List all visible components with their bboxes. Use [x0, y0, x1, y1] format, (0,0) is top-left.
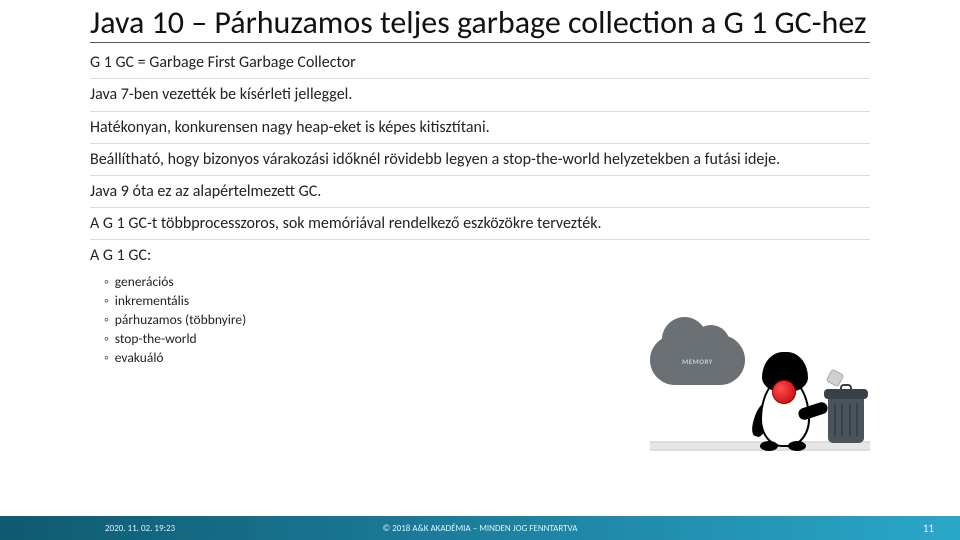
- bullet-text: inkrementális: [115, 292, 189, 309]
- slide-title: Java 10 – Párhuzamos teljes garbage coll…: [90, 5, 870, 43]
- cloud-icon: MEMORY: [650, 335, 745, 385]
- bullet-text: evakuáló: [115, 349, 164, 366]
- paragraph: Beállítható, hogy bizonyos várakozási id…: [90, 144, 870, 176]
- paragraph: Hatékonyan, konkurensen nagy heap-eket i…: [90, 112, 870, 144]
- slide-footer: 2020. 11. 02. 19:23 © 2018 A&K AKADÉMIA …: [0, 516, 960, 540]
- bullet-marker: ◦: [104, 292, 109, 309]
- footer-copyright: © 2018 A&K AKADÉMIA – MINDEN JOG FENNTAR…: [383, 523, 578, 534]
- bullet-text: generációs: [115, 273, 174, 290]
- bullet-marker: ◦: [104, 349, 109, 366]
- list-item: ◦ párhuzamos (többnyire): [104, 310, 870, 329]
- illustration: MEMORY: [650, 335, 870, 465]
- bullet-marker: ◦: [104, 311, 109, 328]
- trash-bin-icon: [822, 389, 870, 447]
- content-area: Java 10 – Párhuzamos teljes garbage coll…: [0, 0, 960, 367]
- paragraph: A G 1 GC-t többprocesszoros, sok memóriá…: [90, 208, 870, 240]
- java-duke-icon: [750, 352, 820, 447]
- cloud-label: MEMORY: [682, 357, 713, 366]
- list-item: ◦ inkrementális: [104, 291, 870, 310]
- bullet-marker: ◦: [104, 330, 109, 347]
- bullet-text: stop-the-world: [115, 330, 197, 347]
- paragraph: Java 7-ben vezették be kísérleti jellegg…: [90, 79, 870, 111]
- paragraph: A G 1 GC:: [90, 240, 870, 267]
- paragraph: G 1 GC = Garbage First Garbage Collector: [90, 47, 870, 79]
- slide: Java 10 – Párhuzamos teljes garbage coll…: [0, 0, 960, 540]
- paragraph: Java 9 óta ez az alapértelmezett GC.: [90, 176, 870, 208]
- bullet-marker: ◦: [104, 273, 109, 290]
- list-item: ◦ generációs: [104, 272, 870, 291]
- footer-timestamp: 2020. 11. 02. 19:23: [0, 523, 175, 534]
- bullet-text: párhuzamos (többnyire): [115, 311, 246, 328]
- slide-number: 11: [923, 522, 960, 535]
